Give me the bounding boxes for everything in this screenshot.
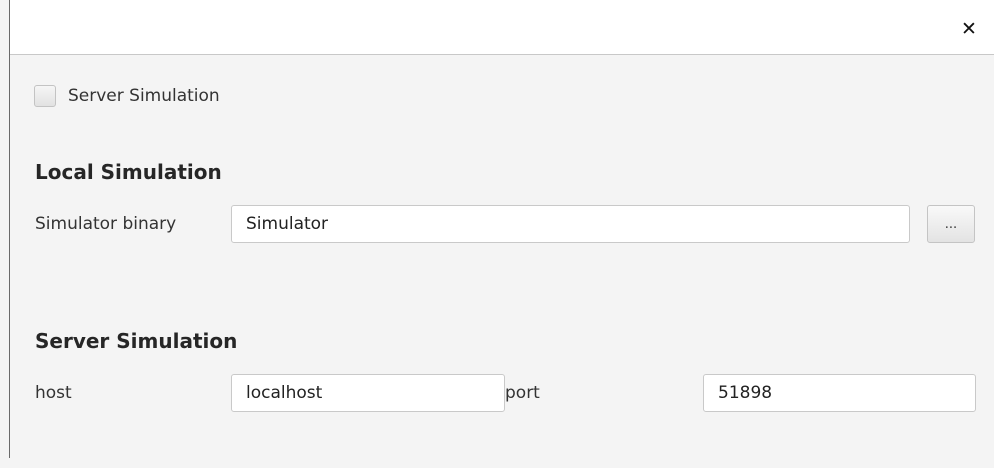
host-label: host: [35, 383, 72, 403]
server-simulation-heading: Server Simulation: [35, 329, 238, 353]
server-simulation-checkbox-row[interactable]: Server Simulation: [34, 83, 220, 109]
host-input[interactable]: [231, 374, 505, 412]
server-simulation-checkbox[interactable]: [34, 85, 56, 107]
simulator-binary-label: Simulator binary: [35, 214, 177, 234]
browse-binary-button[interactable]: ...: [927, 205, 975, 243]
window-left-border: [9, 0, 10, 458]
close-icon[interactable]: ✕: [960, 20, 978, 39]
port-input[interactable]: [703, 374, 976, 412]
port-label: port: [505, 383, 540, 403]
simulator-binary-input[interactable]: [231, 205, 910, 243]
local-simulation-heading: Local Simulation: [35, 160, 222, 184]
server-simulation-checkbox-label: Server Simulation: [68, 86, 220, 106]
simulation-settings-dialog: ✕ Server Simulation Local Simulation Sim…: [0, 0, 994, 468]
dialog-titlebar: ✕: [10, 0, 994, 55]
